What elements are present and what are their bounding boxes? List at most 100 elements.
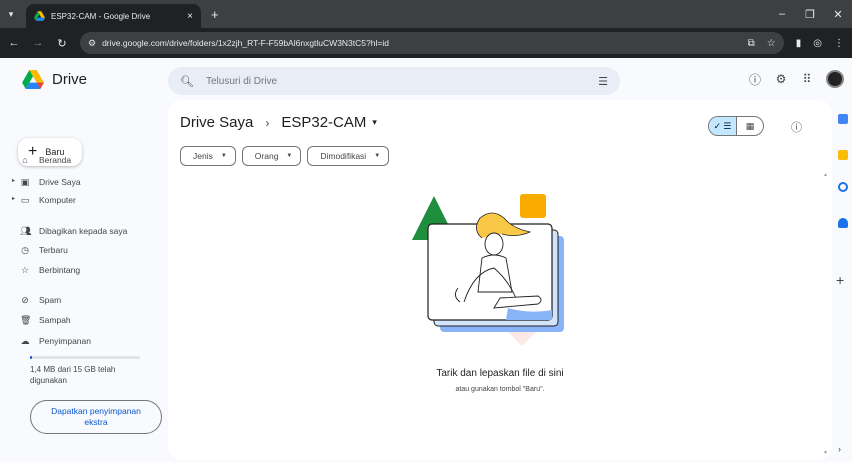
sidebar-item-starred[interactable]: ☆ Berbintang: [20, 262, 80, 278]
drive-logo[interactable]: Drive: [22, 70, 87, 89]
bookmark-star-icon[interactable]: ☆: [767, 38, 776, 49]
my-drive-icon: ▸ ▣: [12, 176, 30, 187]
star-icon: ☆: [20, 264, 30, 275]
trash-icon: 🗑︎: [20, 314, 32, 325]
contacts-icon[interactable]: [838, 218, 848, 228]
filter-chip-label: Jenis: [193, 151, 213, 161]
storage-usage-bar: [30, 356, 140, 359]
sidebar-item-label: Komputer: [39, 195, 76, 205]
window-close-icon[interactable]: ✕: [824, 8, 852, 21]
chevron-down-icon: ▼: [286, 153, 293, 159]
sidebar-item-label: Terbaru: [39, 245, 68, 255]
details-info-icon[interactable]: ⓘ: [791, 119, 802, 135]
sidebar-item-shared[interactable]: 👥︎ Dibagikan kepada saya: [20, 223, 127, 239]
drive-logo-icon: [22, 70, 44, 89]
profile-icon[interactable]: ◎: [813, 38, 822, 49]
sidebar-item-recent[interactable]: ◷ Terbaru: [20, 242, 68, 258]
browser-tab[interactable]: ESP32-CAM - Google Drive ×: [26, 4, 201, 28]
list-view-button[interactable]: ✓ ☰: [709, 117, 736, 135]
reload-icon[interactable]: ↻: [56, 37, 68, 50]
show-side-panel-chevron-icon[interactable]: ›: [838, 444, 841, 454]
grid-view-button[interactable]: ▦: [735, 117, 763, 135]
restore-icon[interactable]: ❐: [796, 8, 824, 21]
back-icon[interactable]: ←: [8, 37, 20, 49]
breadcrumb-current-folder[interactable]: ESP32-CAM: [281, 114, 366, 131]
filter-chip-type[interactable]: Jenis ▼: [180, 146, 236, 166]
filter-chip-label: Dimodifikasi: [320, 151, 367, 161]
computer-icon: ▸ ▭: [12, 194, 30, 205]
chevron-down-icon: ▼: [374, 153, 381, 159]
grid-icon: ▦: [745, 120, 755, 131]
get-addons-plus-icon[interactable]: +: [836, 272, 844, 288]
list-icon: ☰: [723, 120, 732, 131]
side-panel: + ›: [834, 100, 852, 460]
forward-icon[interactable]: →: [32, 37, 44, 49]
search-options-icon[interactable]: ☰: [598, 75, 608, 88]
sidebar-item-label: Penyimpanan: [39, 336, 91, 346]
browser-tab-bar: ▾ ESP32-CAM - Google Drive × + – ❐ ✕: [0, 0, 852, 28]
check-icon: ✓: [713, 120, 722, 131]
empty-folder-illustration: [412, 194, 564, 346]
avatar[interactable]: [826, 70, 844, 88]
sidebar-item-label: Beranda: [39, 155, 72, 165]
expand-caret-icon[interactable]: ▸: [12, 177, 15, 184]
chevron-down-icon: ▼: [220, 153, 227, 159]
home-icon: ⌂: [22, 155, 28, 165]
folder-menu-caret-icon[interactable]: ▾: [372, 117, 377, 128]
filter-chip-modified[interactable]: Dimodifikasi ▼: [307, 146, 390, 166]
get-more-storage-button[interactable]: Dapatkan penyimpanan ekstra: [30, 400, 162, 434]
search-bar[interactable]: 🔍︎ ☰: [168, 67, 620, 95]
sidebar-item-label: Berbintang: [39, 265, 81, 275]
window-controls: – ❐ ✕: [768, 0, 852, 28]
sidebar-toggle-icon[interactable]: ▮: [796, 38, 802, 49]
main-panel: Drive Saya › ESP32-CAM ▾ ✓ ☰ ▦ ⓘ Jenis ▼ …: [168, 100, 832, 460]
sidebar-item-storage[interactable]: ☁︎ Penyimpanan: [20, 333, 91, 349]
filter-chip-people[interactable]: Orang ▼: [241, 146, 302, 166]
sidebar-item-spam[interactable]: ⊘ Spam: [20, 292, 61, 308]
settings-gear-icon[interactable]: ⚙: [774, 72, 788, 86]
drive-favicon-icon: [34, 11, 45, 21]
empty-state-subtitle: atau gunakan tombol "Baru".: [455, 386, 545, 393]
address-bar-row: ← → ↻ ⚙ drive.google.com/drive/folders/1…: [0, 28, 852, 58]
sidebar-item-home[interactable]: ⌂ Beranda: [20, 152, 71, 168]
expand-caret-icon[interactable]: ▸: [12, 195, 15, 202]
minimize-icon[interactable]: –: [768, 8, 796, 20]
url-field[interactable]: ⚙ drive.google.com/drive/folders/1x2zjh_…: [80, 32, 784, 54]
scroll-up-arrow-icon[interactable]: ▲: [823, 172, 828, 178]
tasks-icon[interactable]: [838, 182, 848, 192]
app-name: Drive: [52, 71, 88, 88]
apps-grid-icon[interactable]: ⠿: [800, 72, 814, 86]
filter-chips: Jenis ▼ Orang ▼ Dimodifikasi ▼: [180, 146, 390, 166]
tab-search-icon[interactable]: ▾: [0, 0, 22, 28]
sidebar-item-my-drive[interactable]: ▸ ▣ Drive Saya: [12, 174, 81, 190]
sidebar-item-label: Sampah: [39, 315, 71, 325]
sidebar-item-label: Drive Saya: [39, 177, 81, 187]
tab-close-icon[interactable]: ×: [187, 11, 193, 22]
storage-usage-fill: [30, 356, 32, 359]
url-text: drive.google.com/drive/folders/1x2zjh_RT…: [102, 38, 389, 48]
spam-icon: ⊘: [21, 294, 29, 305]
site-info-icon[interactable]: ⚙: [88, 38, 96, 49]
search-icon[interactable]: 🔍︎: [180, 75, 194, 88]
cloud-icon: ☁︎: [20, 335, 30, 346]
new-tab-button[interactable]: +: [211, 7, 219, 22]
search-input[interactable]: [205, 75, 587, 87]
scroll-down-arrow-icon[interactable]: ▼: [823, 450, 828, 456]
empty-state-title: Tarik dan lepaskan file di sini: [436, 368, 564, 379]
breadcrumb-separator: ›: [265, 115, 270, 130]
tab-title: ESP32-CAM - Google Drive: [51, 11, 151, 21]
keep-icon[interactable]: [838, 150, 848, 160]
breadcrumb: Drive Saya › ESP32-CAM ▾: [180, 114, 377, 131]
calendar-icon[interactable]: [838, 114, 848, 124]
browser-menu-icon[interactable]: ⋮: [834, 38, 844, 49]
sidebar-item-computers[interactable]: ▸ ▭ Komputer: [12, 192, 76, 208]
header-actions: ⓘ ⚙ ⠿: [748, 70, 844, 88]
breadcrumb-my-drive[interactable]: Drive Saya: [180, 114, 253, 131]
sidebar-item-trash[interactable]: 🗑︎ Sampah: [20, 312, 71, 328]
install-app-icon[interactable]: ⧉: [748, 38, 755, 49]
sidebar-item-label: Dibagikan kepada saya: [39, 226, 128, 236]
help-icon[interactable]: ⓘ: [748, 71, 762, 88]
storage-usage-text: 1,4 MB dari 15 GB telah digunakan: [30, 365, 116, 385]
sidebar-item-label: Spam: [39, 295, 62, 305]
filter-chip-label: Orang: [254, 151, 279, 161]
